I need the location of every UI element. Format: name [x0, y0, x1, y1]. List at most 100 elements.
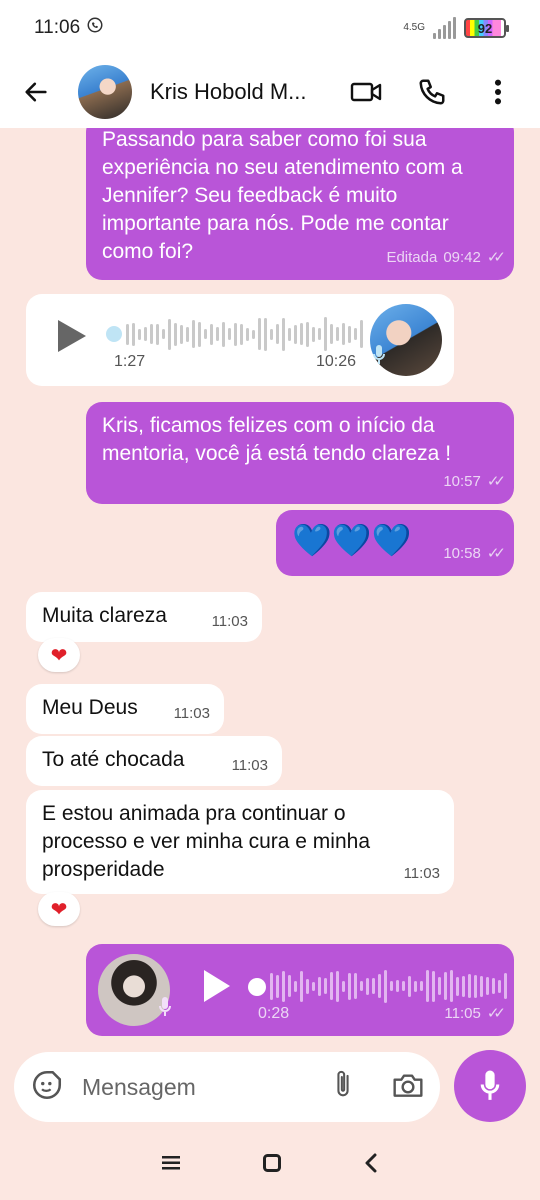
waveform-bar [468, 974, 471, 998]
waveform-bar [444, 972, 447, 1000]
read-receipt-icon: ✓✓ [486, 545, 506, 562]
waveform-bar [234, 322, 237, 346]
more-icon[interactable] [480, 74, 516, 110]
message-time: 10:57 [443, 473, 481, 490]
waveform-bar [330, 972, 333, 1000]
message-bubble-outgoing[interactable]: Kris, ficamos felizes com o início da me… [86, 402, 514, 504]
battery-level: 92 [477, 20, 493, 36]
network-type: 4.5G [403, 22, 425, 33]
recents-icon[interactable] [161, 1155, 180, 1176]
waveform-bar [366, 977, 369, 995]
waveform-bar [276, 974, 279, 998]
audio-scrubber[interactable] [248, 978, 266, 996]
message-meta: Editada 09:42 ✓✓ [386, 244, 506, 272]
signal-icon [433, 17, 456, 39]
audio-message-outgoing[interactable]: 0:28 11:05 ✓✓ [86, 944, 514, 1036]
message-time: 11:03 [403, 865, 440, 882]
waveform-bar [504, 973, 507, 999]
message-bubble-incoming[interactable]: Muita clareza 11:03 [26, 592, 262, 642]
phone-icon[interactable] [414, 74, 450, 110]
message-bubble-incoming[interactable]: Meu Deus 11:03 [26, 684, 224, 734]
heart-reaction[interactable]: ❤ [38, 892, 80, 926]
message-bubble-outgoing[interactable]: 💙💙💙 10:58 ✓✓ [276, 510, 514, 576]
waveform-bar [498, 979, 501, 993]
waveform-bar [312, 981, 315, 991]
waveform-bar [138, 328, 141, 340]
system-nav-bar [0, 1130, 540, 1200]
back-arrow-icon[interactable] [18, 74, 54, 110]
waveform-bar [318, 976, 321, 996]
message-meta: 10:57 ✓✓ [443, 468, 506, 496]
sticker-icon[interactable] [30, 1068, 64, 1107]
waveform-bar [228, 328, 231, 340]
audio-duration: 1:27 [114, 353, 146, 370]
back-nav-icon[interactable] [364, 1153, 378, 1178]
waveform-bar [360, 320, 363, 348]
audio-scrubber[interactable] [106, 326, 122, 342]
chat-area[interactable]: Passando para saber como foi sua experiê… [0, 128, 540, 1048]
message-bubble-incoming[interactable]: To até chocada 11:03 [26, 736, 282, 786]
waveform-bar [354, 973, 357, 999]
message-input[interactable] [82, 1073, 282, 1101]
waveform-bar [162, 329, 165, 339]
waveform-bar [426, 970, 429, 1002]
waveform-bar [438, 977, 441, 995]
whatsapp-notification-icon [86, 16, 104, 40]
home-icon[interactable] [262, 1153, 281, 1177]
waveform-bar [384, 969, 387, 1003]
waveform-bar [492, 978, 495, 994]
message-input-bar [14, 1052, 440, 1122]
camera-icon[interactable] [392, 1071, 424, 1104]
waveform-bar [192, 320, 195, 348]
contact-name[interactable]: Kris Hobold M... [150, 79, 330, 105]
message-time: 10:58 [443, 545, 481, 562]
video-call-icon[interactable] [348, 74, 384, 110]
waveform-bar [372, 978, 375, 994]
attach-icon[interactable] [330, 1069, 356, 1106]
message-bubble-incoming[interactable]: E estou animada pra continuar o processo… [26, 790, 454, 894]
audio-message-incoming[interactable]: 1:27 10:26 [26, 294, 454, 386]
waveform-bar [252, 329, 255, 339]
waveform-bar [336, 970, 339, 1002]
waveform-bar [348, 972, 351, 1000]
waveform-bar [168, 318, 171, 350]
waveform-bar [222, 321, 225, 347]
message-time: 09:42 [443, 249, 481, 266]
waveform-bar [354, 328, 357, 340]
waveform-bar [324, 978, 327, 994]
waveform-bar [198, 321, 201, 347]
play-icon[interactable] [56, 318, 88, 354]
waveform-bar [342, 323, 345, 345]
waveform-bar [378, 974, 381, 998]
read-receipt-icon: ✓✓ [486, 249, 506, 266]
waveform-bar [396, 980, 399, 992]
mic-icon [480, 1070, 500, 1100]
waveform-bar [360, 981, 363, 991]
waveform-bar [336, 327, 339, 341]
message-meta: 11:03 [232, 752, 268, 780]
waveform-bar [348, 325, 351, 343]
chat-header: Kris Hobold M... [0, 56, 540, 128]
waveform-bar [306, 978, 309, 994]
waveform-bar [480, 975, 483, 997]
waveform-bar [312, 326, 315, 342]
message-time: 11:03 [173, 705, 210, 722]
message-bubble-outgoing[interactable]: Passando para saber como foi sua experiê… [86, 128, 514, 280]
waveform-bar [282, 970, 285, 1002]
waveform-bar [288, 327, 291, 341]
read-receipt-icon: ✓✓ [486, 473, 506, 490]
contact-avatar[interactable] [78, 65, 132, 119]
waveform-bar [402, 981, 405, 991]
mic-icon [373, 345, 385, 364]
heart-reaction[interactable]: ❤ [38, 638, 80, 672]
waveform-bar [462, 975, 465, 997]
play-icon[interactable] [202, 968, 232, 1004]
waveform-bar [294, 980, 297, 992]
waveform-bar [270, 972, 273, 1000]
waveform-bar [132, 322, 135, 346]
edited-label: Editada [386, 249, 438, 266]
message-time: 11:03 [231, 757, 268, 774]
voice-record-button[interactable] [454, 1050, 526, 1122]
message-meta: 10:58 ✓✓ [443, 540, 506, 568]
waveform-bar [204, 329, 207, 339]
